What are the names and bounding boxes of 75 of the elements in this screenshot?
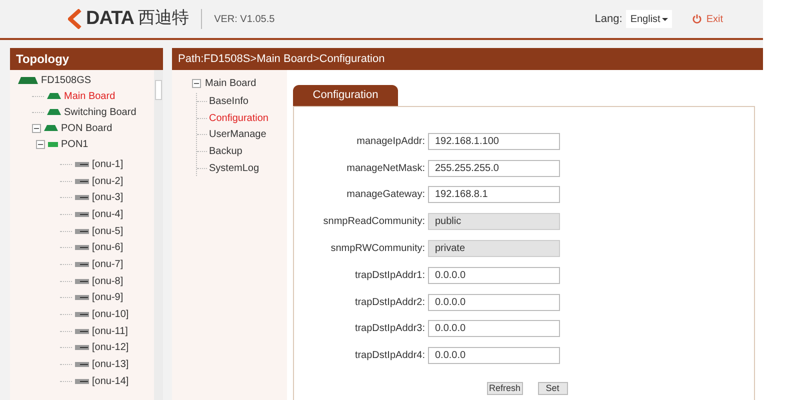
tree-item[interactable]: [onu-8] (92, 274, 124, 289)
tree-item[interactable]: [onu-6] (92, 240, 124, 256)
nav-item[interactable]: BaseInfo (209, 94, 248, 109)
panel-title: Topology (10, 48, 163, 70)
action-button[interactable]: Set (538, 382, 568, 396)
tree-item[interactable]: PON Board (61, 120, 112, 136)
language-label: Lang: (594, 12, 622, 27)
nav-item[interactable]: UserManage (209, 127, 266, 142)
device-icon (75, 362, 89, 368)
nav-group[interactable]: Main Board (205, 76, 256, 90)
collapse-toggle-icon[interactable] (192, 78, 201, 88)
board-icon (47, 109, 61, 115)
board-icon (18, 76, 38, 84)
board-icon (47, 93, 61, 99)
device-icon (75, 262, 89, 267)
field-label: trapDstIpAddr4: (354, 349, 426, 364)
tree-item[interactable]: [onu-10] (92, 307, 129, 322)
tree-item[interactable]: [onu-14] (92, 374, 129, 389)
device-icon (75, 195, 89, 200)
device-icon (75, 328, 89, 334)
field-label: snmpReadCommunity: (322, 215, 426, 230)
nav-item[interactable]: Configuration (209, 110, 268, 126)
language-select[interactable]: Englist (626, 10, 672, 28)
action-button[interactable]: Refresh (487, 382, 523, 396)
nav-item[interactable]: Backup (209, 144, 242, 159)
tree-item[interactable]: [onu-13] (92, 357, 129, 372)
input-field[interactable]: 0.0.0.0 (428, 320, 560, 338)
tree-item[interactable]: [onu-7] (92, 256, 124, 272)
field-label: manageGateway: (346, 188, 426, 202)
tree-item[interactable]: [onu-1] (92, 156, 124, 172)
input-field[interactable]: 192.168.1.100 (428, 132, 560, 150)
port-icon (48, 142, 58, 146)
version-label: VER: V1.05.5 (214, 12, 275, 26)
nav-item[interactable]: SystemLog (209, 160, 260, 176)
tree-item[interactable]: [onu-2] (92, 174, 124, 189)
device-icon (75, 228, 89, 234)
input-field[interactable]: 0.0.0.0 (428, 294, 560, 311)
tree-item[interactable]: [onu-11] (92, 324, 128, 339)
tree-item[interactable]: [onu-3] (92, 190, 124, 206)
field-label: manageIpAddr: (356, 134, 426, 149)
collapse-toggle-icon[interactable] (32, 124, 41, 132)
device-icon (75, 178, 89, 184)
field-label: trapDstIpAddr3: (354, 322, 426, 336)
tree-item[interactable]: PON1 (61, 136, 88, 152)
device-icon (75, 278, 89, 284)
field-label: trapDstIpAddr2: (354, 296, 426, 310)
tree-item[interactable]: Switching Board (64, 104, 136, 120)
tree-item[interactable]: FD1508GS (41, 72, 92, 88)
tree-item[interactable]: Main Board (64, 88, 116, 104)
tree-item[interactable]: [onu-4] (92, 206, 124, 222)
tree-item[interactable]: [onu-5] (92, 224, 124, 239)
path-bar: Path:FD1508S>Main Board>Configuration (172, 48, 763, 70)
scrollbar[interactable] (154, 70, 163, 400)
configuration-tab[interactable]: Configuration (293, 85, 398, 106)
collapse-toggle-icon[interactable] (36, 140, 45, 148)
field-label: snmpRWCommunity: (330, 242, 426, 256)
input-field[interactable]: 255.255.255.0 (428, 160, 560, 177)
device-icon (75, 245, 89, 250)
input-field[interactable]: 0.0.0.0 (428, 347, 560, 364)
device-icon (75, 212, 89, 217)
logo: DATA 西迪特 (68, 4, 190, 34)
tree-item[interactable]: [onu-12] (92, 340, 129, 356)
tree-item[interactable]: [onu-9] (92, 290, 124, 306)
field-label: trapDstIpAddr1: (354, 268, 426, 283)
device-icon (75, 378, 89, 384)
device-icon (75, 345, 89, 350)
board-icon (44, 125, 58, 131)
device-icon (75, 295, 89, 300)
field-label: manageNetMask: (346, 162, 426, 176)
power-icon (692, 14, 702, 24)
device-icon (75, 312, 89, 318)
device-icon (75, 162, 89, 167)
caret-icon (662, 18, 668, 20)
input-field[interactable]: 0.0.0.0 (428, 266, 560, 284)
input-field[interactable]: 192.168.8.1 (428, 186, 560, 204)
